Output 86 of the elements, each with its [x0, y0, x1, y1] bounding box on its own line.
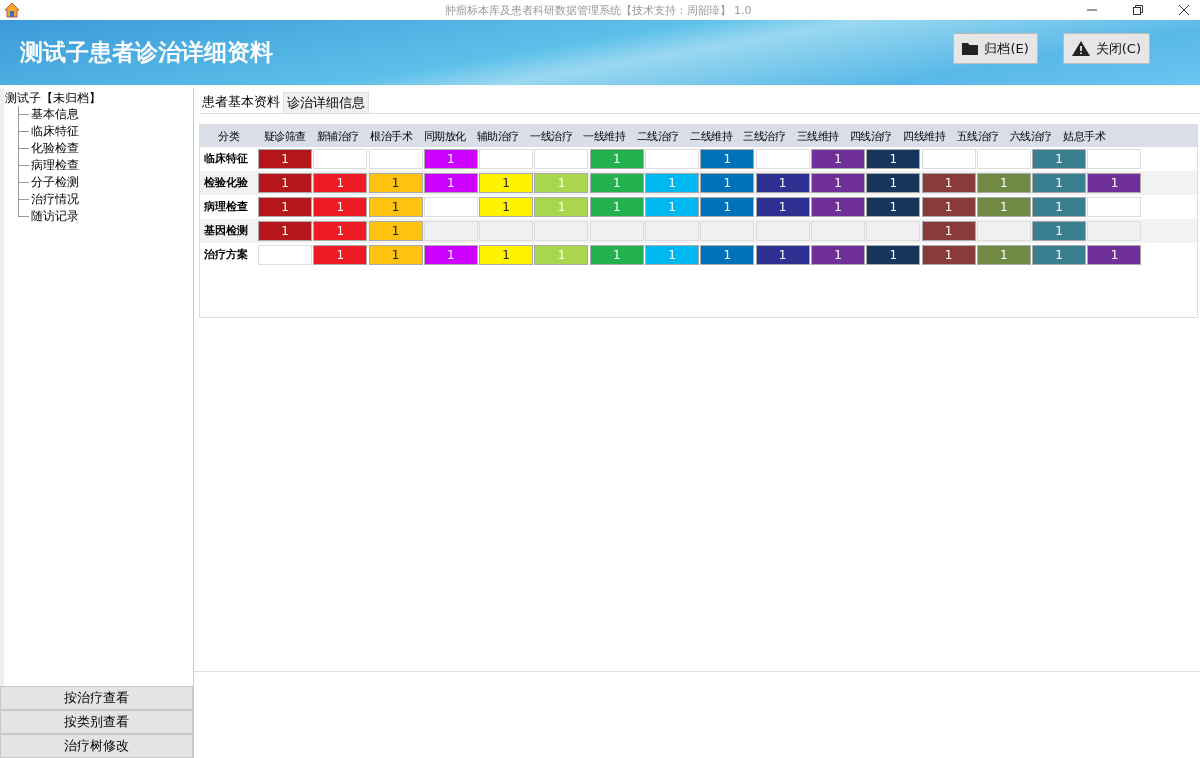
table-cell[interactable]: 1 — [866, 173, 921, 193]
table-cell[interactable]: 1 — [479, 173, 534, 193]
column-header: 五线治疗 — [955, 128, 1000, 144]
table-cell[interactable]: 1 — [313, 221, 368, 241]
column-header: 辅助治疗 — [475, 128, 520, 144]
table-cell[interactable]: 1 — [755, 173, 810, 193]
table-cell[interactable]: 1 — [423, 149, 478, 169]
table-cell[interactable]: 1 — [1032, 197, 1087, 217]
view-button[interactable]: 按类别查看 — [0, 710, 193, 734]
table-cell[interactable]: 1 — [700, 149, 755, 169]
table-cell[interactable]: 1 — [810, 173, 865, 193]
tree-item[interactable]: 基本信息 — [31, 106, 79, 123]
table-cell[interactable]: 1 — [1032, 173, 1087, 193]
table-cell[interactable]: 1 — [258, 149, 312, 169]
table-cell[interactable]: 1 — [755, 197, 810, 217]
table-cell[interactable]: 1 — [1087, 245, 1142, 265]
table-cell[interactable]: 1 — [810, 149, 865, 169]
table-cell[interactable]: 1 — [755, 245, 810, 265]
column-header: 一线治疗 — [529, 128, 574, 144]
column-header: 疑诊筛查 — [262, 128, 307, 144]
table-cell[interactable]: 1 — [313, 245, 368, 265]
table-cell[interactable]: 1 — [866, 245, 921, 265]
archive-button[interactable]: 归档(E) — [953, 33, 1038, 64]
table-cell[interactable]: 1 — [700, 245, 755, 265]
table-cell[interactable]: 1 — [258, 197, 312, 217]
table-cell[interactable]: 1 — [810, 245, 865, 265]
column-header: 四线治疗 — [848, 128, 893, 144]
table-cell[interactable]: 1 — [921, 197, 976, 217]
table-cell[interactable]: 1 — [368, 221, 423, 241]
table-cell[interactable]: 1 — [921, 245, 976, 265]
table-cell[interactable]: 1 — [368, 197, 423, 217]
column-header: 根治手术 — [369, 128, 414, 144]
view-button[interactable]: 按治疗查看 — [0, 686, 193, 710]
tree-item[interactable]: 临床特征 — [31, 123, 79, 140]
table-cell[interactable]: 1 — [976, 245, 1031, 265]
table-cell[interactable]: 1 — [423, 245, 478, 265]
column-header: 三线治疗 — [742, 128, 787, 144]
table-cell[interactable]: 1 — [423, 173, 478, 193]
table-cell[interactable]: 1 — [700, 197, 755, 217]
column-header: 新辅治疗 — [315, 128, 360, 144]
table-cell[interactable]: 1 — [1032, 221, 1087, 241]
table-cell[interactable]: 1 — [1087, 173, 1142, 193]
view-button[interactable]: 治疗树修改 — [0, 734, 193, 758]
close-button[interactable]: 关闭(C) — [1062, 33, 1150, 64]
table-cell[interactable]: 1 — [368, 173, 423, 193]
table-cell[interactable]: 1 — [313, 173, 368, 193]
column-header: 四线维持 — [902, 128, 947, 144]
tree-item[interactable]: 分子检测 — [31, 174, 79, 191]
tab[interactable]: 患者基本资料 — [199, 92, 283, 113]
table-cell[interactable]: 1 — [700, 173, 755, 193]
column-header: 二线维持 — [689, 128, 734, 144]
window-title: 肿瘤标本库及患者科研数据管理系统【技术支持：周韶璋】 1.0 — [443, 2, 753, 18]
table-cell[interactable]: 1 — [810, 197, 865, 217]
table-cell[interactable]: 1 — [1032, 149, 1087, 169]
table-cell[interactable]: 1 — [258, 173, 312, 193]
table-cell[interactable]: 1 — [368, 245, 423, 265]
tree-item[interactable]: 病理检查 — [31, 157, 79, 174]
table-cell[interactable]: 1 — [866, 197, 921, 217]
column-header: 同期放化 — [422, 128, 467, 144]
tree-root-item[interactable]: 测试子【未归档】 — [4, 90, 193, 106]
page-title: 测试子患者诊治详细资料 — [20, 38, 273, 67]
column-header: 分类 — [217, 128, 241, 144]
close-icon[interactable] — [1178, 4, 1190, 16]
tab[interactable]: 诊治详细信息 — [283, 92, 369, 113]
table-cell[interactable]: 1 — [976, 173, 1031, 193]
house-icon — [4, 2, 20, 18]
column-header: 二线治疗 — [635, 128, 680, 144]
tree-item[interactable]: 治疗情况 — [31, 191, 79, 208]
table-cell[interactable]: 1 — [313, 197, 368, 217]
table-cell[interactable]: 1 — [866, 149, 921, 169]
tree-item[interactable]: 随访记录 — [31, 208, 79, 225]
table-cell[interactable]: 1 — [258, 221, 312, 241]
restore-icon[interactable] — [1132, 4, 1144, 16]
column-header: 三线维持 — [795, 128, 840, 144]
table-cell[interactable]: 1 — [976, 197, 1031, 217]
folder-icon — [962, 42, 979, 55]
column-header: 六线治疗 — [1008, 128, 1053, 144]
table-cell[interactable]: 1 — [921, 173, 976, 193]
column-header: 一线维持 — [582, 128, 627, 144]
table-cell[interactable]: 1 — [1032, 245, 1087, 265]
warning-icon — [1071, 41, 1090, 56]
table-cell[interactable]: 1 — [479, 197, 534, 217]
tree-item[interactable]: 化验检查 — [31, 140, 79, 157]
table-cell[interactable]: 1 — [921, 221, 976, 241]
column-header: 姑息手术 — [1062, 128, 1107, 144]
table-cell[interactable]: 1 — [479, 245, 534, 265]
